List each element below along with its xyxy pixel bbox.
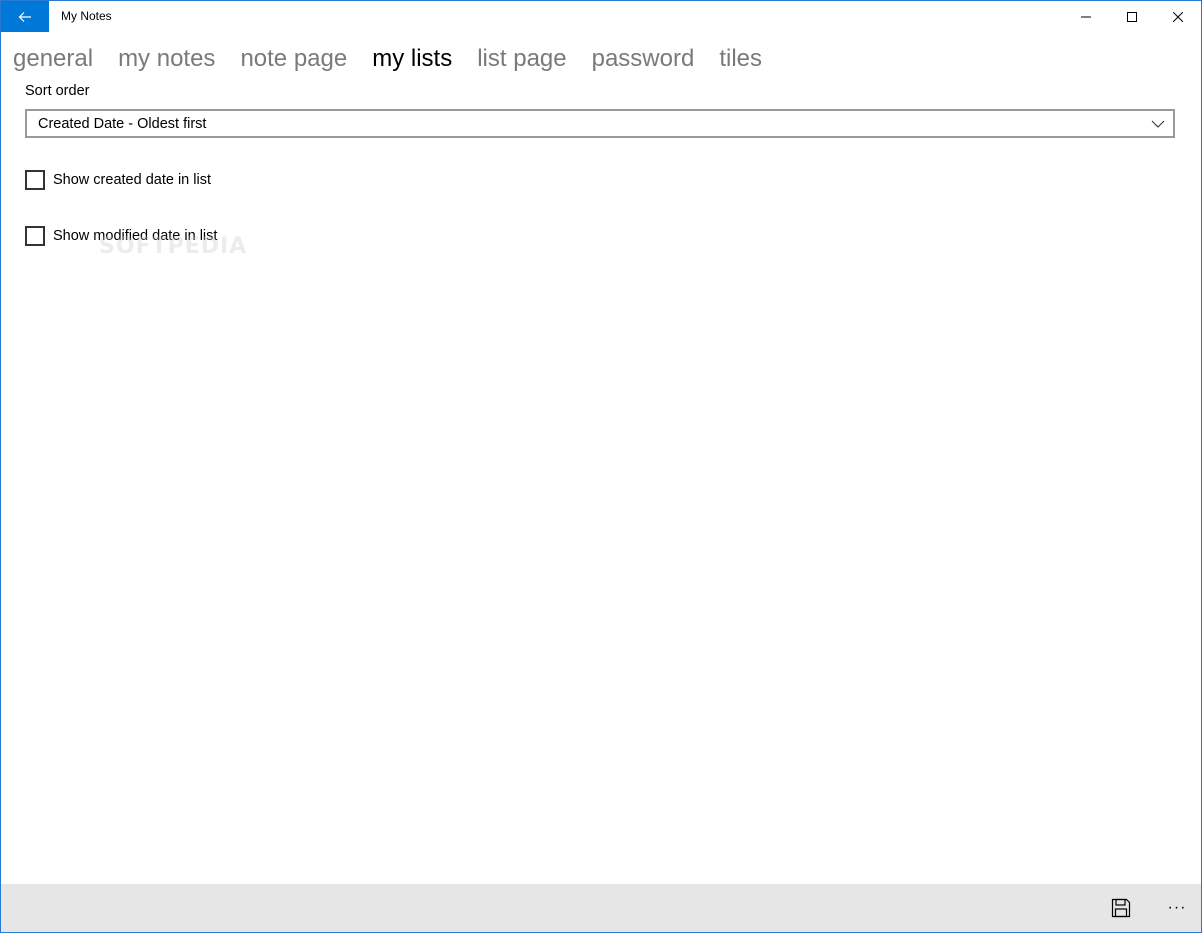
close-icon (1173, 11, 1183, 22)
maximize-button[interactable] (1109, 1, 1155, 32)
tab-my-lists[interactable]: my lists (372, 43, 452, 77)
tab-password[interactable]: password (592, 43, 695, 77)
save-icon (1111, 898, 1131, 918)
back-button[interactable] (1, 1, 49, 32)
minimize-icon (1081, 16, 1091, 17)
show-modified-date-checkbox[interactable] (25, 226, 45, 246)
tab-list-page[interactable]: list page (477, 43, 566, 77)
show-created-date-option[interactable]: Show created date in list (25, 169, 211, 191)
sort-order-label: Sort order (25, 83, 90, 99)
watermark: SOFTPEDIA (99, 234, 248, 259)
tab-note-page[interactable]: note page (240, 43, 347, 77)
show-created-date-checkbox[interactable] (25, 170, 45, 190)
app-window: My Notes general my notes note page my l… (0, 0, 1202, 933)
minimize-button[interactable] (1063, 1, 1109, 32)
title-bar: My Notes (1, 1, 1201, 32)
tab-my-notes[interactable]: my notes (118, 43, 215, 77)
close-button[interactable] (1155, 1, 1201, 32)
tab-general[interactable]: general (13, 43, 93, 77)
maximize-icon (1127, 11, 1137, 22)
chevron-down-icon (1151, 120, 1165, 128)
pivot-tabs: general my notes note page my lists list… (13, 43, 787, 77)
more-options-button[interactable]: ··· (1153, 884, 1201, 932)
sort-order-dropdown[interactable]: Created Date - Oldest first (25, 109, 1175, 138)
sort-order-value: Created Date - Oldest first (38, 116, 207, 132)
arrow-left-icon (18, 11, 31, 22)
save-button[interactable] (1097, 884, 1145, 932)
command-bar: ··· (1, 884, 1201, 932)
app-title: My Notes (61, 9, 112, 23)
tab-tiles[interactable]: tiles (719, 43, 762, 77)
show-created-date-label: Show created date in list (53, 172, 211, 188)
